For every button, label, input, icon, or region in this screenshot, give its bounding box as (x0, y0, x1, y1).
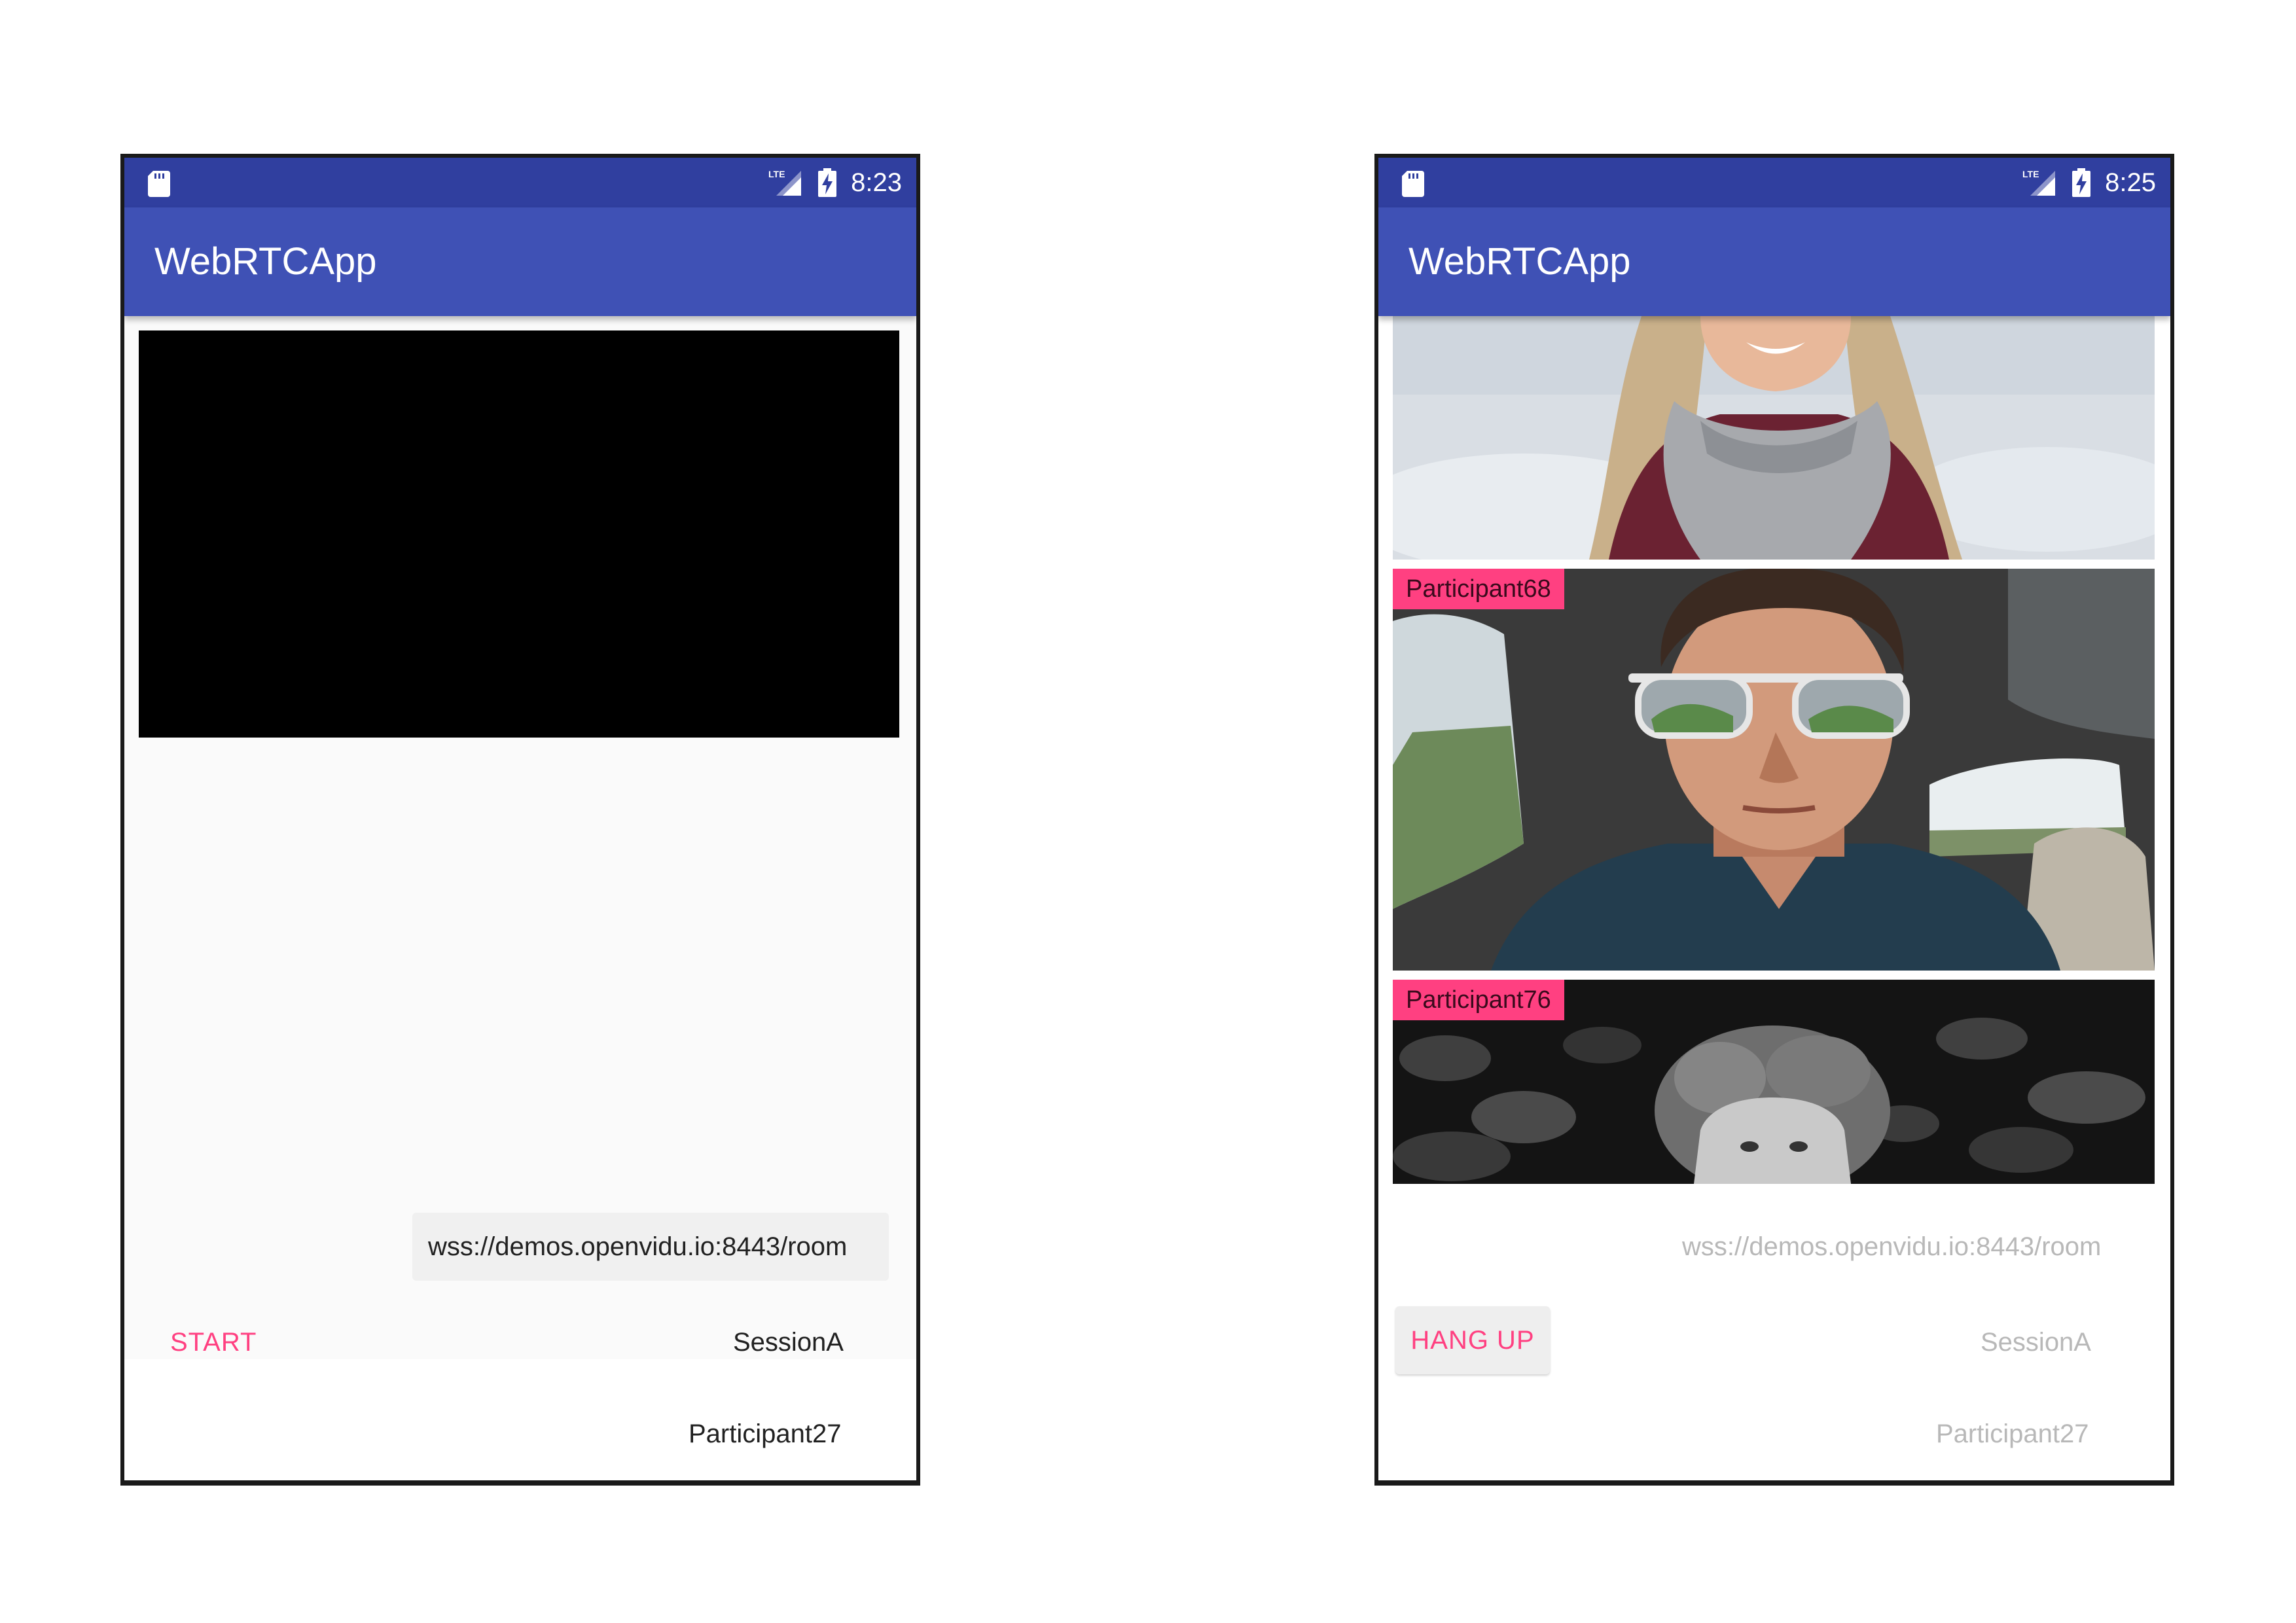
remote-video-tile: Participant68 (1393, 569, 2155, 971)
local-video-view (139, 330, 899, 738)
app-bar: WebRTCApp (1378, 207, 2170, 316)
app-bar: WebRTCApp (124, 207, 916, 316)
start-button[interactable]: START (170, 1310, 257, 1375)
network-type-label: LTE (2022, 169, 2039, 179)
battery-charging-icon (2072, 168, 2091, 197)
participant-label: Participant76 (1393, 980, 1564, 1020)
status-bar: LTE 8:25 (1378, 158, 2170, 207)
sd-card-icon (1402, 171, 1424, 197)
remote-video-frame (1393, 569, 2155, 971)
session-name-input[interactable]: SessionA (1981, 1310, 2091, 1375)
phone-screen-in-call: LTE 8:25 WebRTCApp Participant68 Partici… (1374, 154, 2174, 1486)
network-type-label: LTE (768, 169, 785, 179)
phone-screen-before-call: LTE 8:23 WebRTCApp wss://demos.openvidu.… (120, 154, 920, 1486)
status-clock: 8:23 (851, 168, 902, 197)
participant-name-input[interactable]: Participant27 (689, 1401, 841, 1467)
status-clock: 8:25 (2105, 168, 2156, 197)
hang-up-button[interactable]: HANG UP (1395, 1306, 1550, 1374)
lte-signal-icon: LTE (2022, 169, 2056, 196)
lte-signal-icon: LTE (768, 169, 802, 196)
session-name-input[interactable]: SessionA (733, 1310, 844, 1375)
sd-card-icon (148, 171, 170, 197)
remote-video-tile (1393, 316, 2155, 560)
participant-name-input[interactable]: Participant27 (1936, 1401, 2089, 1467)
server-url-value: wss://demos.openvidu.io:8443/room (428, 1232, 848, 1261)
status-bar: LTE 8:23 (124, 158, 916, 207)
server-url-input[interactable]: wss://demos.openvidu.io:8443/room (1682, 1213, 2101, 1281)
server-url-input[interactable]: wss://demos.openvidu.io:8443/room (412, 1213, 889, 1281)
app-title: WebRTCApp (1408, 240, 1631, 283)
video-container (124, 316, 916, 1359)
app-title: WebRTCApp (154, 240, 377, 283)
remote-video-frame (1393, 316, 2155, 560)
battery-charging-icon (818, 168, 837, 197)
remote-video-tile: Participant76 (1393, 980, 2155, 1184)
participant-label: Participant68 (1393, 569, 1564, 609)
